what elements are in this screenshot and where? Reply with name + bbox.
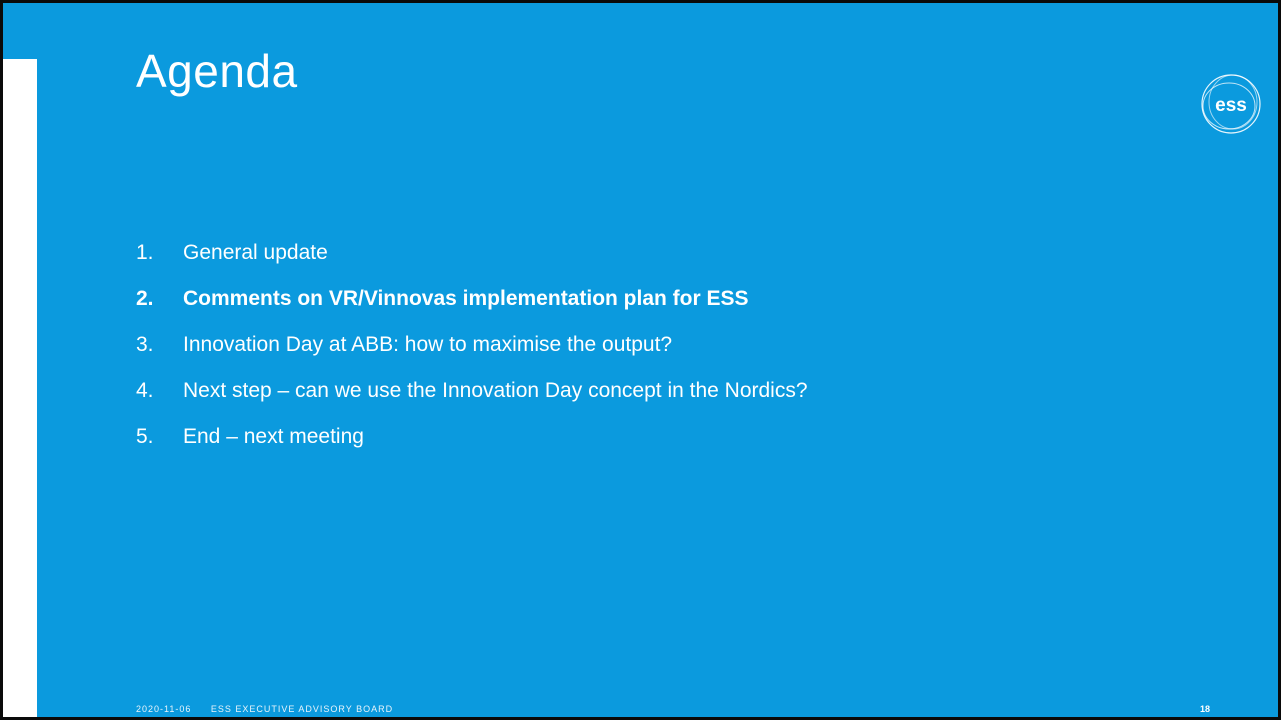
agenda-item-number: 1.: [136, 241, 154, 264]
left-accent-bar: [3, 59, 37, 717]
agenda-item-text: Innovation Day at ABB: how to maximise t…: [183, 333, 673, 356]
slide: Agenda ess 1. General update 2. Comments…: [0, 0, 1281, 720]
page-number: 18: [1200, 704, 1211, 714]
agenda-item-text: General update: [183, 241, 328, 264]
agenda-item-number: 3.: [136, 333, 154, 356]
slide-title: Agenda: [136, 45, 298, 97]
agenda-item-number: 4.: [136, 379, 154, 402]
footer-label: ESS EXECUTIVE ADVISORY BOARD: [210, 704, 394, 714]
footer-date: 2020-11-06: [136, 704, 192, 714]
svg-text:ess: ess: [1215, 95, 1247, 116]
agenda-item-text: Next step – can we use the Innovation Da…: [183, 379, 808, 402]
agenda-list: 1. General update 2. Comments on VR/Vinn…: [136, 230, 808, 460]
agenda-item: 4. Next step – can we use the Innovation…: [136, 368, 808, 414]
agenda-item: 1. General update: [136, 230, 808, 276]
agenda-item-number: 2.: [136, 287, 154, 310]
slide-footer: 2020-11-06 ESS EXECUTIVE ADVISORY BOARD: [136, 704, 393, 714]
agenda-item-current: 2. Comments on VR/Vinnovas implementatio…: [136, 276, 808, 322]
ess-logo-icon: ess: [1201, 74, 1261, 134]
agenda-item-text: Comments on VR/Vinnovas implementation p…: [183, 287, 749, 310]
agenda-item: 5. End – next meeting: [136, 414, 808, 460]
agenda-item: 3. Innovation Day at ABB: how to maximis…: [136, 322, 808, 368]
agenda-item-text: End – next meeting: [183, 425, 364, 448]
agenda-item-number: 5.: [136, 425, 154, 448]
